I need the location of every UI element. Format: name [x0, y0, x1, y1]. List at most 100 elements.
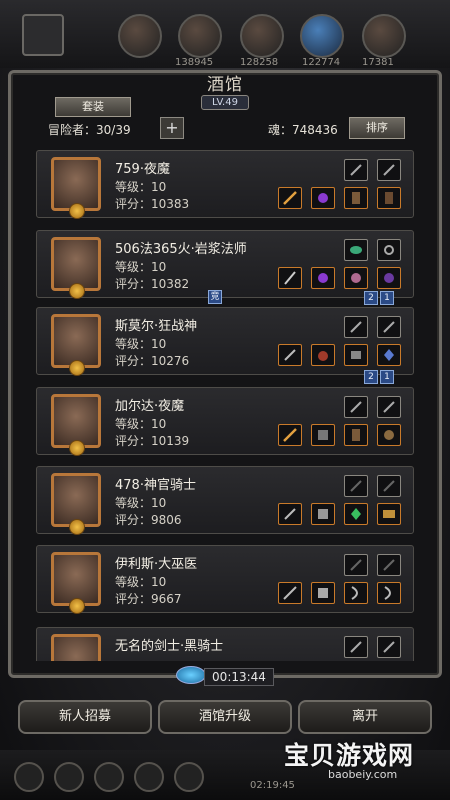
- tavern-level: LV.49: [201, 95, 249, 110]
- rank-badge-icon: [69, 598, 85, 614]
- empty-slot-icon[interactable]: [344, 554, 368, 576]
- hero-card[interactable]: 759·夜魔 等级：10 评分：10383: [36, 150, 414, 219]
- resource-icon-1[interactable]: [118, 14, 162, 58]
- boots-icon[interactable]: [377, 187, 401, 209]
- sword-icon[interactable]: [278, 187, 302, 209]
- watermark: 宝贝游戏网: [284, 741, 415, 770]
- armor-icon[interactable]: [344, 424, 368, 446]
- hero-level: 等级：10: [115, 260, 167, 274]
- count-badge: 2: [364, 370, 378, 384]
- hero-score: 评分：10139: [115, 434, 190, 448]
- helmet-icon[interactable]: [311, 424, 335, 446]
- hero-level: 等级：10: [115, 180, 167, 194]
- armor-icon[interactable]: [311, 582, 335, 604]
- empty-slot-icon[interactable]: [344, 475, 368, 497]
- rank-badge-icon: [69, 440, 85, 456]
- menu-icon[interactable]: [22, 14, 64, 56]
- weapon-slot-icon[interactable]: [344, 159, 368, 181]
- ring-slot-icon[interactable]: [377, 239, 401, 261]
- nav-icon-1[interactable]: [14, 762, 44, 792]
- watermark-url: baobeiy.com: [328, 768, 398, 781]
- resource-icon-2[interactable]: [178, 14, 222, 58]
- hero-list[interactable]: 759·夜魔 等级：10 评分：10383 506法365火·岩浆法师 等级：1…: [36, 143, 414, 661]
- rank-badge-icon: [69, 360, 85, 376]
- resource-icon-4[interactable]: [300, 14, 344, 58]
- gem-icon[interactable]: [377, 344, 401, 366]
- leave-button[interactable]: 离开: [298, 700, 432, 734]
- hero-name: 加尔达·夜魔: [115, 399, 185, 414]
- bow-icon[interactable]: [344, 582, 368, 604]
- hero-portrait: [51, 634, 101, 661]
- add-slot-button[interactable]: +: [160, 117, 184, 139]
- resource-icon-3[interactable]: [240, 14, 284, 58]
- axe-icon[interactable]: [278, 344, 302, 366]
- count-badge: 2: [364, 291, 378, 305]
- gem-slot-icon[interactable]: [344, 239, 368, 261]
- compete-badge: 竞: [208, 290, 222, 304]
- mace-icon[interactable]: [278, 503, 302, 525]
- hero-name: 759·夜魔: [115, 162, 170, 177]
- resource-count-4: 17381: [362, 57, 394, 68]
- hero-card[interactable]: 伊利斯·大巫医 等级：10 评分：9667: [36, 545, 414, 614]
- resource-icon-5[interactable]: [362, 14, 406, 58]
- weapon-slot-icon[interactable]: [377, 316, 401, 338]
- helmet-icon[interactable]: [311, 503, 335, 525]
- empty-slot-icon[interactable]: [377, 554, 401, 576]
- nav-icon-2[interactable]: [54, 762, 84, 792]
- hero-card[interactable]: 加尔达·夜魔 等级：10 评分：10139: [36, 387, 414, 456]
- resource-count-3: 122774: [302, 57, 341, 68]
- sword-icon[interactable]: [278, 424, 302, 446]
- clock-icon: [176, 666, 206, 684]
- empty-slot-icon[interactable]: [377, 475, 401, 497]
- gem-icon[interactable]: [344, 503, 368, 525]
- armor-icon[interactable]: [344, 344, 368, 366]
- suit-button[interactable]: 套装: [55, 97, 131, 117]
- hero-score: 评分：10383: [115, 197, 190, 211]
- weapon-slot-icon[interactable]: [344, 636, 368, 658]
- pot-icon[interactable]: [311, 344, 335, 366]
- shield-icon[interactable]: [377, 424, 401, 446]
- hero-name: 斯莫尔·狂战神: [115, 319, 198, 334]
- rank-badge-icon: [69, 519, 85, 535]
- refresh-timer: 00:13:44: [204, 668, 274, 686]
- hero-card[interactable]: 无名的剑士·黑骑士: [36, 627, 414, 661]
- orb-icon[interactable]: [377, 267, 401, 289]
- bow-icon[interactable]: [377, 582, 401, 604]
- upgrade-tavern-button[interactable]: 酒馆升级: [158, 700, 292, 734]
- hero-name: 无名的剑士·黑骑士: [115, 639, 224, 654]
- hero-card[interactable]: 斯莫尔·狂战神 等级：10 评分：10276: [36, 307, 414, 376]
- nav-icon-3[interactable]: [94, 762, 124, 792]
- nav-icon-5[interactable]: [174, 762, 204, 792]
- hero-card[interactable]: 506法365火·岩浆法师 等级：10 评分：10382: [36, 230, 414, 299]
- hero-score: 评分：9806: [115, 513, 182, 527]
- recruit-button[interactable]: 新人招募: [18, 700, 152, 734]
- resource-count-1: 138945: [175, 57, 214, 68]
- staff-icon[interactable]: [278, 267, 302, 289]
- weapon-slot-icon[interactable]: [344, 396, 368, 418]
- orb-icon[interactable]: [311, 267, 335, 289]
- armor-icon[interactable]: [344, 187, 368, 209]
- hero-score: 评分：9667: [115, 592, 182, 606]
- hero-name: 伊利斯·大巫医: [115, 557, 198, 572]
- weapon-slot-icon[interactable]: [344, 316, 368, 338]
- sort-button[interactable]: 排序: [349, 117, 405, 139]
- weapon-slot-icon[interactable]: [377, 159, 401, 181]
- weapon-slot-icon[interactable]: [377, 636, 401, 658]
- resource-count-2: 128258: [240, 57, 279, 68]
- hero-name: 478·神官骑士: [115, 478, 196, 493]
- game-clock: 02:19:45: [250, 780, 295, 791]
- count-badge: 1: [380, 291, 394, 305]
- hero-card[interactable]: 478·神官骑士 等级：10 评分：9806: [36, 466, 414, 535]
- count-badge: 1: [380, 370, 394, 384]
- orb-icon[interactable]: [344, 267, 368, 289]
- hero-level: 等级：10: [115, 417, 167, 431]
- soul-count: 魂：748436: [268, 123, 338, 137]
- hero-level: 等级：10: [115, 496, 167, 510]
- nav-icon-4[interactable]: [134, 762, 164, 792]
- orb-icon[interactable]: [311, 187, 335, 209]
- rank-badge-icon: [69, 283, 85, 299]
- top-resource-bar: 138945 128258 122774 17381: [0, 0, 450, 68]
- scroll-icon[interactable]: [377, 503, 401, 525]
- weapon-slot-icon[interactable]: [377, 396, 401, 418]
- spear-icon[interactable]: [278, 582, 302, 604]
